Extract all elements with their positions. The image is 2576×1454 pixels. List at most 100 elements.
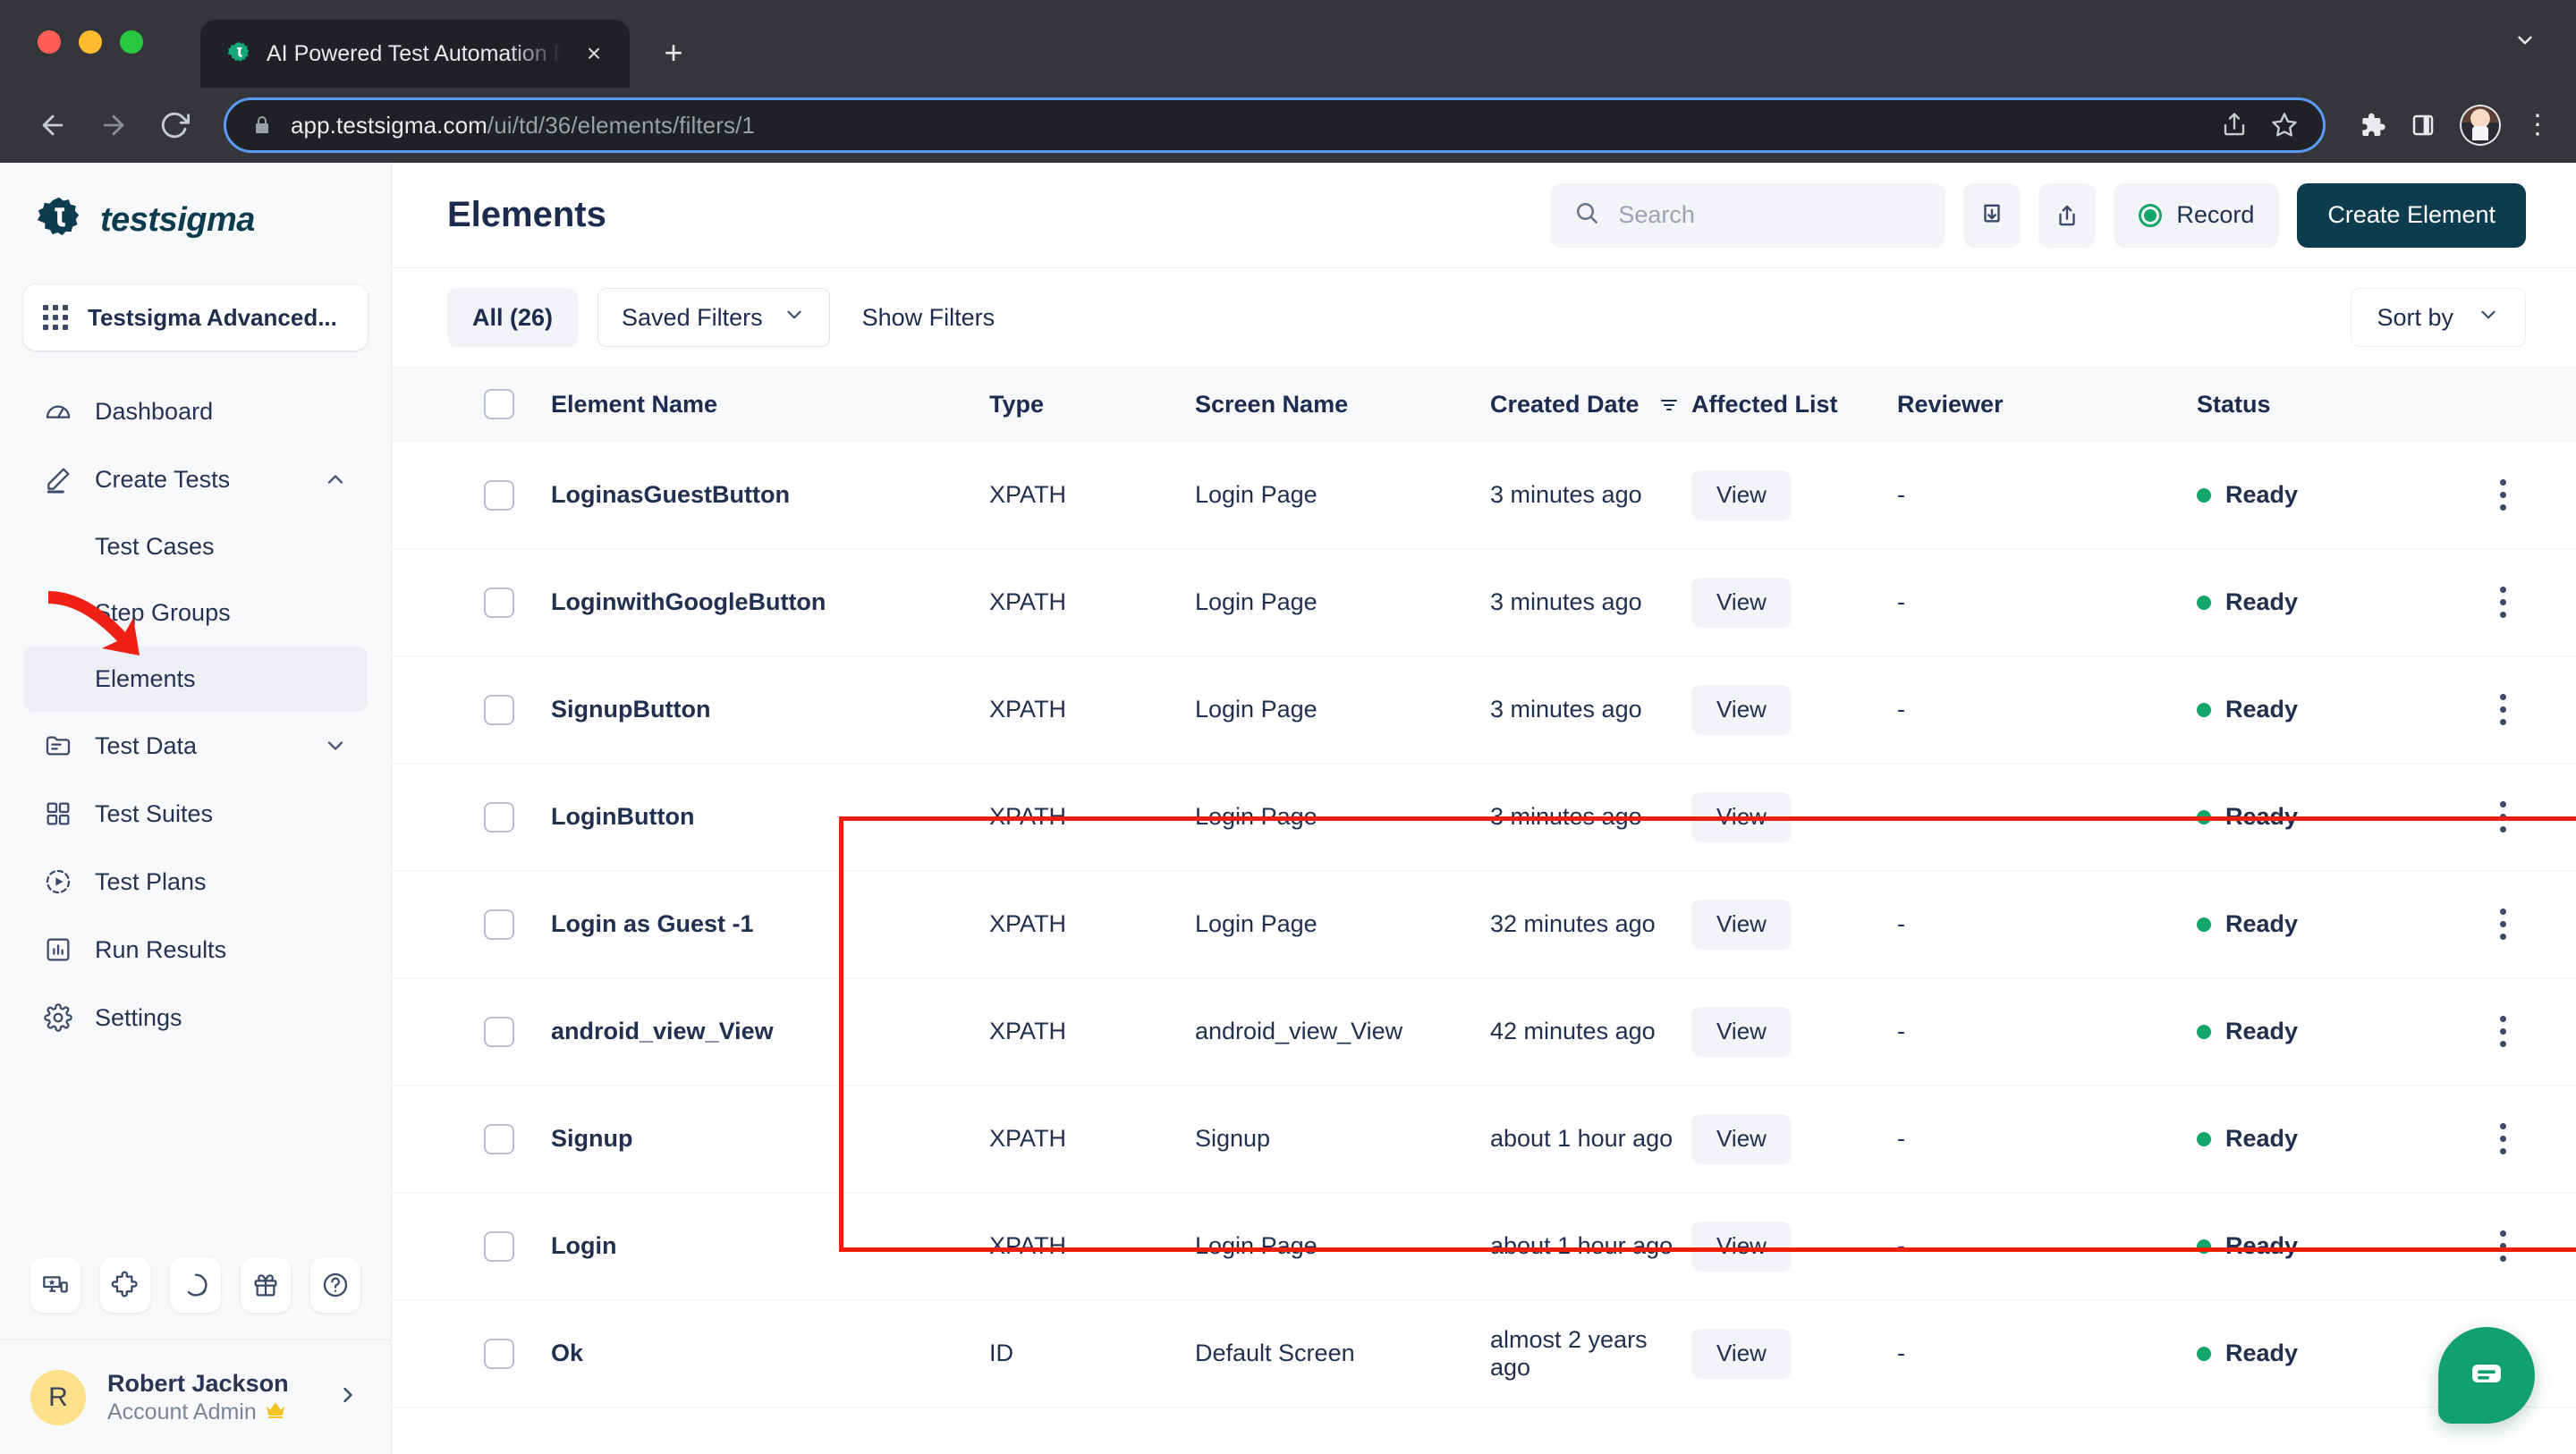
sort-filter-icon[interactable] bbox=[1658, 394, 1680, 416]
cell-element-name[interactable]: LoginasGuestButton bbox=[551, 481, 989, 509]
column-header-created-date[interactable]: Created Date bbox=[1490, 391, 1691, 418]
column-header-affected-list[interactable]: Affected List bbox=[1691, 391, 1897, 418]
row-checkbox[interactable] bbox=[484, 694, 514, 725]
column-header-type[interactable]: Type bbox=[989, 391, 1195, 418]
close-window-button[interactable] bbox=[38, 30, 61, 54]
show-filters-button[interactable]: Show Filters bbox=[850, 304, 1008, 332]
search-box[interactable] bbox=[1550, 182, 1946, 248]
reload-button[interactable] bbox=[147, 97, 202, 153]
forward-button[interactable] bbox=[86, 97, 141, 153]
view-affected-list-button[interactable]: View bbox=[1691, 791, 1792, 842]
help-circle-icon[interactable] bbox=[309, 1257, 361, 1313]
view-affected-list-button[interactable]: View bbox=[1691, 577, 1792, 628]
user-profile[interactable]: R Robert Jackson Account Admin bbox=[0, 1340, 391, 1454]
cell-element-name[interactable]: Ok bbox=[551, 1340, 989, 1367]
sidebar-item-elements[interactable]: Elements bbox=[23, 646, 368, 712]
view-affected-list-button[interactable]: View bbox=[1691, 1113, 1792, 1164]
cell-element-name[interactable]: android_view_View bbox=[551, 1018, 989, 1045]
row-checkbox[interactable] bbox=[484, 1338, 514, 1369]
column-header-screen-name[interactable]: Screen Name bbox=[1195, 391, 1490, 418]
table-row[interactable]: SignupButton XPATH Login Page 3 minutes ago… bbox=[392, 656, 2576, 764]
cell-element-name[interactable]: Signup bbox=[551, 1125, 989, 1153]
row-menu-kebab-icon[interactable] bbox=[2479, 683, 2526, 737]
row-checkbox[interactable] bbox=[484, 1123, 514, 1154]
devices-star-icon[interactable] bbox=[30, 1257, 81, 1313]
view-affected-list-button[interactable]: View bbox=[1691, 1328, 1792, 1379]
table-row[interactable]: LoginasGuestButton XPATH Login Page 3 minut… bbox=[392, 442, 2576, 549]
extensions-puzzle-icon[interactable] bbox=[2358, 111, 2386, 139]
minimize-window-button[interactable] bbox=[79, 30, 102, 54]
browser-tab[interactable]: AI Powered Test Automation Pl × bbox=[200, 20, 630, 88]
row-checkbox[interactable] bbox=[484, 1016, 514, 1047]
view-affected-list-button[interactable]: View bbox=[1691, 684, 1792, 735]
table-row[interactable]: Signup XPATH Signup about 1 hour ago View - Re… bbox=[392, 1086, 2576, 1193]
view-affected-list-button[interactable]: View bbox=[1691, 899, 1792, 950]
progress-circle-icon[interactable] bbox=[170, 1257, 221, 1313]
maximize-window-button[interactable] bbox=[120, 30, 143, 54]
create-element-button[interactable]: Create Element bbox=[2297, 182, 2526, 248]
select-all-checkbox[interactable] bbox=[484, 389, 514, 419]
view-affected-list-button[interactable]: View bbox=[1691, 1221, 1792, 1272]
table-row[interactable]: LoginButton XPATH Login Page 3 minutes ago V… bbox=[392, 764, 2576, 871]
address-bar[interactable]: app.testsigma.com/ui/td/36/elements/filt… bbox=[224, 97, 2326, 153]
row-checkbox[interactable] bbox=[484, 479, 514, 511]
column-header-reviewer[interactable]: Reviewer bbox=[1897, 391, 2197, 418]
cell-element-name[interactable]: Login bbox=[551, 1232, 989, 1260]
table-row[interactable]: Login as Guest -1 XPATH Login Page 32 minut… bbox=[392, 871, 2576, 978]
view-affected-list-button[interactable]: View bbox=[1691, 1006, 1792, 1057]
brand-logo[interactable]: testsigma bbox=[0, 163, 391, 272]
side-panel-icon[interactable] bbox=[2410, 112, 2436, 139]
sidebar-item-run-results[interactable]: Run Results bbox=[23, 916, 368, 984]
chat-support-button[interactable] bbox=[2438, 1327, 2535, 1424]
row-checkbox[interactable] bbox=[484, 909, 514, 940]
row-menu-kebab-icon[interactable] bbox=[2479, 576, 2526, 630]
table-row[interactable]: android_view_View XPATH android_view_View 4… bbox=[392, 978, 2576, 1086]
puzzle-icon[interactable] bbox=[100, 1257, 151, 1313]
table-row[interactable]: Login XPATH Login Page about 1 hour ago View… bbox=[392, 1193, 2576, 1300]
row-menu-kebab-icon[interactable] bbox=[2479, 1005, 2526, 1059]
cell-element-name[interactable]: SignupButton bbox=[551, 696, 989, 723]
close-tab-icon[interactable]: × bbox=[576, 36, 612, 72]
row-menu-kebab-icon[interactable] bbox=[2479, 898, 2526, 951]
row-menu-kebab-icon[interactable] bbox=[2479, 469, 2526, 522]
sidebar-item-step-groups[interactable]: Step Groups bbox=[23, 579, 368, 646]
row-checkbox[interactable] bbox=[484, 587, 514, 618]
sort-by-dropdown[interactable]: Sort by bbox=[2351, 288, 2526, 347]
sidebar-item-settings[interactable]: Settings bbox=[23, 984, 368, 1052]
project-selector[interactable]: Testsigma Advanced... bbox=[23, 284, 368, 351]
column-header-element-name[interactable]: Element Name bbox=[551, 391, 989, 418]
row-menu-kebab-icon[interactable] bbox=[2479, 1112, 2526, 1166]
view-affected-list-button[interactable]: View bbox=[1691, 469, 1792, 520]
tab-search-chevron-icon[interactable] bbox=[2513, 29, 2537, 58]
chrome-profile-avatar[interactable] bbox=[2460, 105, 2501, 146]
record-button[interactable]: Record bbox=[2114, 182, 2280, 248]
sidebar-item-test-cases[interactable]: Test Cases bbox=[23, 513, 368, 579]
search-input[interactable] bbox=[1618, 201, 1923, 229]
table-row[interactable]: Ok ID Default Screen almost 2 years ago View… bbox=[392, 1300, 2576, 1408]
sidebar-item-dashboard[interactable]: Dashboard bbox=[23, 377, 368, 445]
import-icon[interactable] bbox=[1963, 182, 2021, 248]
bookmark-star-icon[interactable] bbox=[2271, 112, 2298, 139]
share-icon[interactable] bbox=[2221, 112, 2248, 139]
cell-element-name[interactable]: LoginwithGoogleButton bbox=[551, 588, 989, 616]
sidebar-item-test-data[interactable]: Test Data bbox=[23, 712, 368, 780]
cell-element-name[interactable]: LoginButton bbox=[551, 803, 989, 831]
gift-icon[interactable] bbox=[240, 1257, 291, 1313]
sidebar-item-test-suites[interactable]: Test Suites bbox=[23, 780, 368, 848]
saved-filters-dropdown[interactable]: Saved Filters bbox=[597, 288, 830, 347]
row-checkbox[interactable] bbox=[484, 801, 514, 833]
chrome-menu-kebab-icon[interactable]: ⋮ bbox=[2524, 112, 2551, 138]
row-menu-kebab-icon[interactable] bbox=[2479, 790, 2526, 844]
export-icon[interactable] bbox=[2038, 182, 2097, 248]
back-button[interactable] bbox=[25, 97, 80, 153]
filter-all-chip[interactable]: All (26) bbox=[447, 288, 579, 347]
cell-element-name[interactable]: Login as Guest -1 bbox=[551, 910, 989, 938]
new-tab-button[interactable]: + bbox=[646, 25, 701, 80]
cell-affected-list: View bbox=[1691, 684, 1897, 735]
column-header-status[interactable]: Status bbox=[2197, 391, 2465, 418]
table-row[interactable]: LoginwithGoogleButton XPATH Login Page 3 mi… bbox=[392, 549, 2576, 656]
sidebar-item-create-tests[interactable]: Create Tests bbox=[23, 445, 368, 513]
row-checkbox[interactable] bbox=[484, 1230, 514, 1262]
sidebar-item-test-plans[interactable]: Test Plans bbox=[23, 848, 368, 916]
row-menu-kebab-icon[interactable] bbox=[2479, 1220, 2526, 1273]
